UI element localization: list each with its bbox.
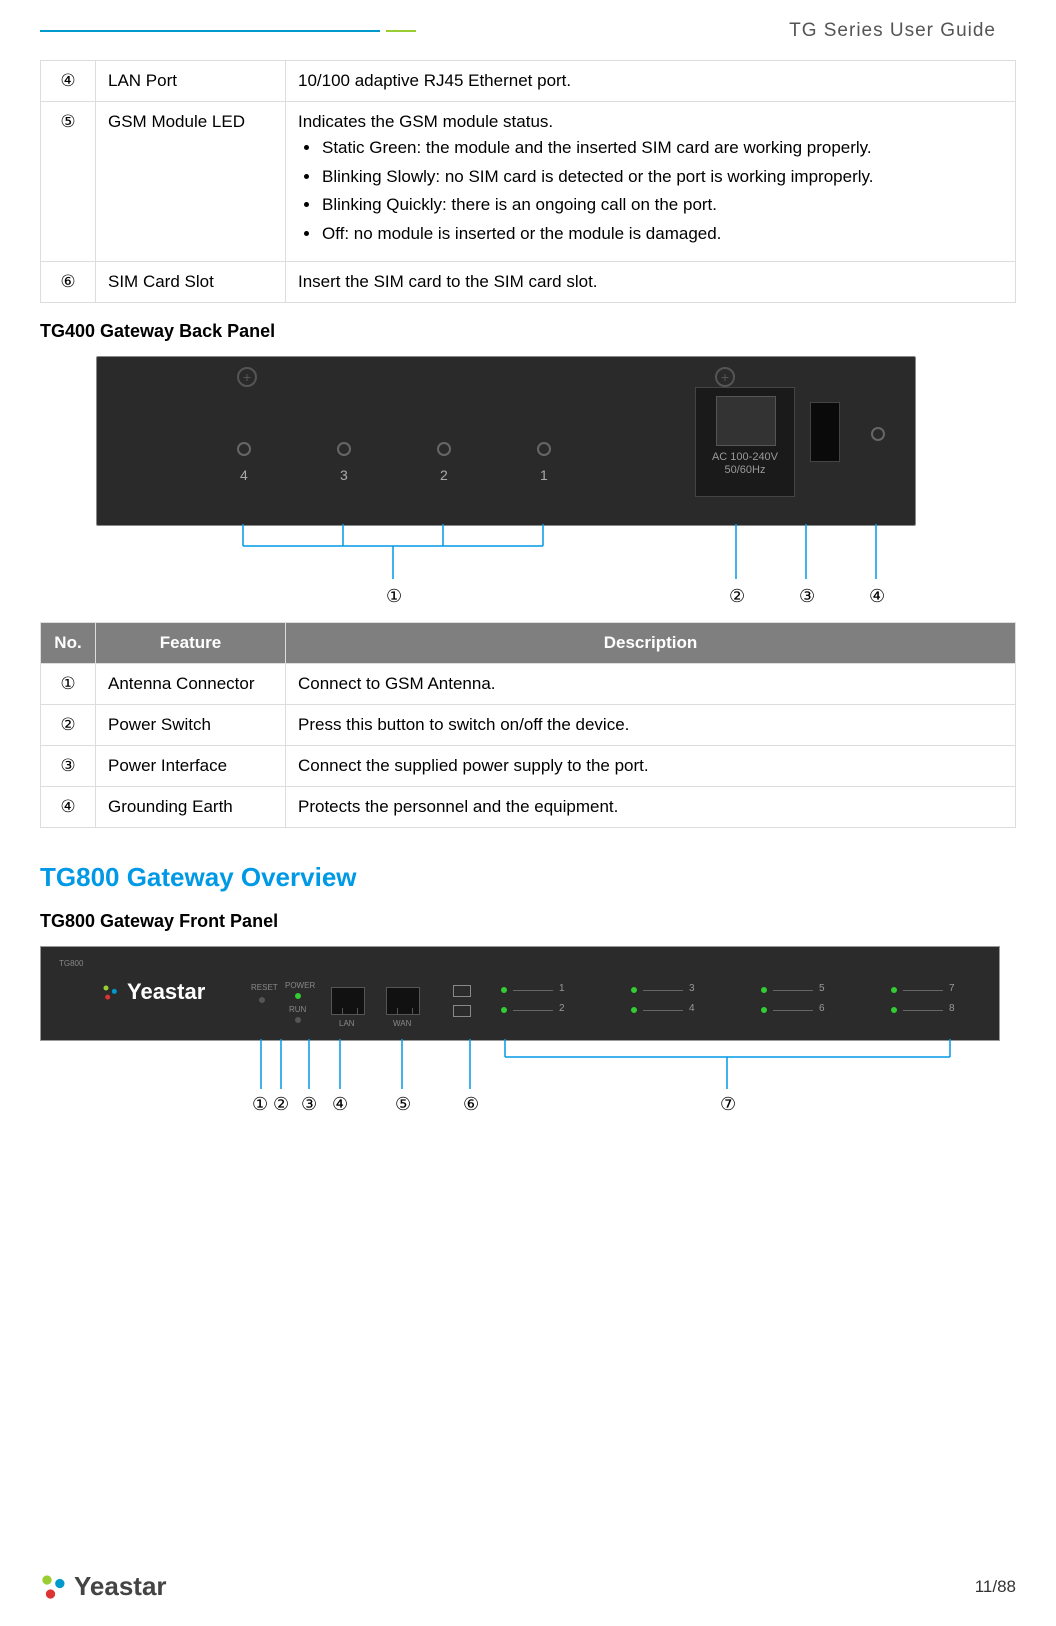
cell-feature: Antenna Connector — [96, 663, 286, 704]
cell-feature: GSM Module LED — [96, 102, 286, 262]
reset-label: RESET — [251, 983, 278, 992]
table-row: ② Power Switch Press this button to swit… — [41, 704, 1016, 745]
col-header-desc: Description — [286, 622, 1016, 663]
model-label: TG800 — [59, 959, 83, 968]
callout-label: ④ — [332, 1094, 348, 1115]
power-interface-icon: AC 100-240V50/60Hz — [695, 387, 795, 497]
power-switch-icon — [810, 402, 840, 462]
tg800-front-panel-figure: TG800 Yeastar RESET POWER RUN LAN WAN — [40, 946, 1000, 1117]
cell-desc: Protects the personnel and the equipment… — [286, 786, 1016, 827]
table-front-panel-cont: ④ LAN Port 10/100 adaptive RJ45 Ethernet… — [40, 60, 1016, 303]
footer-logo: Yeastar — [40, 1571, 167, 1602]
cell-feature: Power Switch — [96, 704, 286, 745]
header-title: TG Series User Guide — [416, 20, 1016, 42]
table-row: ④ LAN Port 10/100 adaptive RJ45 Ethernet… — [41, 61, 1016, 102]
antenna-label: 1 — [540, 467, 548, 483]
yeastar-icon — [101, 983, 121, 1003]
bullet-item: Off: no module is inserted or the module… — [298, 222, 1003, 247]
cell-no: ⑥ — [41, 261, 96, 302]
callout-label: ④ — [869, 586, 885, 607]
cell-feature: Power Interface — [96, 745, 286, 786]
bullet-item: Blinking Slowly: no SIM card is detected… — [298, 165, 1003, 190]
sim-icon — [453, 1005, 471, 1017]
heading-tg800-front: TG800 Gateway Front Panel — [40, 911, 1016, 932]
bullet-item: Static Green: the module and the inserte… — [298, 136, 1003, 161]
cell-no: ② — [41, 704, 96, 745]
callout-label: ⑥ — [463, 1094, 479, 1115]
col-header-no: No. — [41, 622, 96, 663]
yeastar-icon — [40, 1573, 68, 1601]
antenna-label: 2 — [440, 467, 448, 483]
cell-feature: SIM Card Slot — [96, 261, 286, 302]
cell-desc: Press this button to switch on/off the d… — [286, 704, 1016, 745]
table-row: ③ Power Interface Connect the supplied p… — [41, 745, 1016, 786]
cell-desc: Indicates the GSM module status. Static … — [286, 102, 1016, 262]
table-row: ④ Grounding Earth Protects the personnel… — [41, 786, 1016, 827]
lan-port-icon — [331, 987, 365, 1015]
callout-label: ⑦ — [720, 1094, 736, 1115]
wan-port-icon — [386, 987, 420, 1015]
callout-label: ② — [729, 586, 745, 607]
cell-feature: Grounding Earth — [96, 786, 286, 827]
reset-hole-icon — [259, 997, 265, 1003]
tg400-back-panel-figure: + + 4 3 2 1 AC 100-240V50/60Hz — [96, 356, 916, 604]
wan-label: WAN — [393, 1019, 411, 1028]
power-label: POWER — [285, 981, 315, 990]
heading-tg800-overview: TG800 Gateway Overview — [40, 862, 1016, 893]
cell-desc: Connect the supplied power supply to the… — [286, 745, 1016, 786]
page-number: 11/88 — [975, 1577, 1016, 1597]
table-row: ① Antenna Connector Connect to GSM Anten… — [41, 663, 1016, 704]
cell-desc: Connect to GSM Antenna. — [286, 663, 1016, 704]
bullet-item: Blinking Quickly: there is an ongoing ca… — [298, 193, 1003, 218]
callout-label: ③ — [301, 1094, 317, 1115]
antenna-label: 4 — [240, 467, 248, 483]
heading-tg400-back: TG400 Gateway Back Panel — [40, 321, 1016, 342]
antenna-label: 3 — [340, 467, 348, 483]
cell-no: ⑤ — [41, 102, 96, 262]
callout-label: ① — [252, 1094, 268, 1115]
grounding-icon — [871, 427, 885, 441]
cell-no: ④ — [41, 786, 96, 827]
cell-no: ③ — [41, 745, 96, 786]
table-row: ⑤ GSM Module LED Indicates the GSM modul… — [41, 102, 1016, 262]
callout-label: ② — [273, 1094, 289, 1115]
table-tg400-back: No. Feature Description ① Antenna Connec… — [40, 622, 1016, 828]
cell-feature: LAN Port — [96, 61, 286, 102]
table-row: ⑥ SIM Card Slot Insert the SIM card to t… — [41, 261, 1016, 302]
callout-label: ① — [386, 586, 402, 607]
sim-icon — [453, 985, 471, 997]
cell-no: ④ — [41, 61, 96, 102]
col-header-feature: Feature — [96, 622, 286, 663]
callout-label: ③ — [799, 586, 815, 607]
brand-logo: Yeastar — [101, 979, 205, 1005]
desc-intro: Indicates the GSM module status. — [298, 112, 1003, 132]
cell-desc: Insert the SIM card to the SIM card slot… — [286, 261, 1016, 302]
lan-label: LAN — [339, 1019, 355, 1028]
run-label: RUN — [289, 1005, 306, 1014]
callout-label: ⑤ — [395, 1094, 411, 1115]
cell-no: ① — [41, 663, 96, 704]
cell-desc: 10/100 adaptive RJ45 Ethernet port. — [286, 61, 1016, 102]
